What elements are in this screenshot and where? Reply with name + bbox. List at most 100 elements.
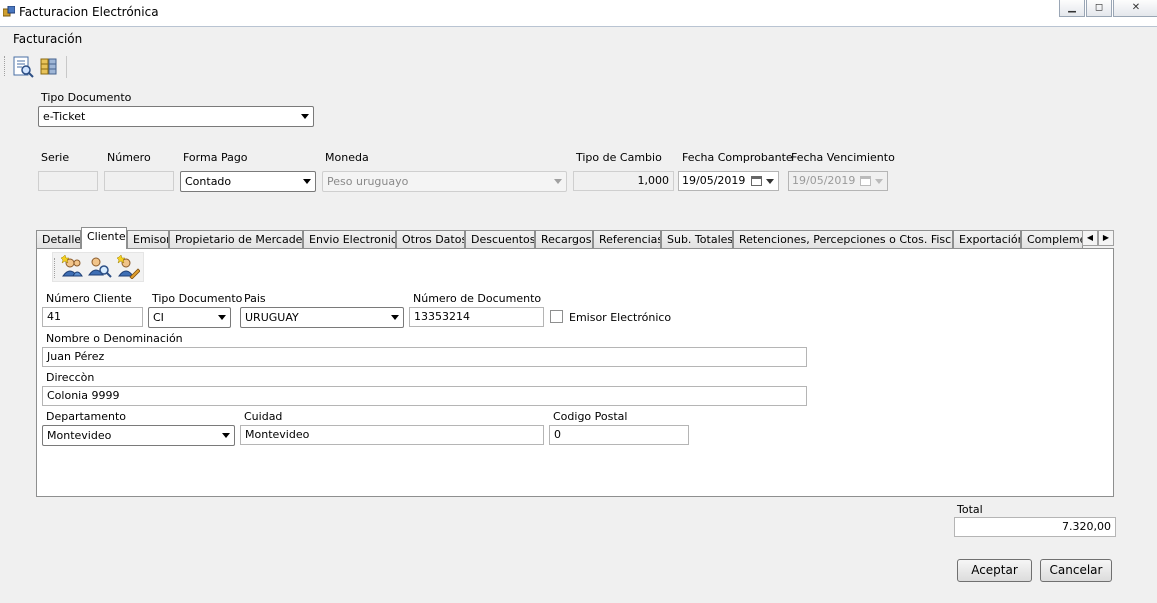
tab-cliente[interactable]: Cliente [81, 227, 127, 249]
moneda-select[interactable]: Peso uruguayo [322, 171, 567, 192]
tab-retenciones[interactable]: Retenciones, Percepciones o Ctos. Fiscal… [733, 230, 953, 248]
total-label: Total [957, 503, 983, 516]
tipo-cambio-field[interactable]: 1,000 [573, 171, 674, 191]
pais-value: URUGUAY [245, 311, 299, 324]
tab-panel-cliente [36, 248, 1114, 497]
minimize-icon: ▁ [1068, 2, 1076, 13]
document-preview-icon [13, 56, 34, 78]
tipo-documento-label: Tipo Documento [41, 91, 132, 104]
toolbar-separator [66, 56, 67, 78]
search-client-icon [88, 257, 112, 278]
numero-documento-label: Número de Documento [413, 292, 542, 305]
chevron-down-icon [391, 315, 399, 320]
tipo-cambio-label: Tipo de Cambio [576, 151, 662, 164]
database-icon [40, 58, 57, 75]
search-client-button[interactable] [88, 255, 112, 279]
chevron-down-icon [218, 315, 226, 320]
departamento-select[interactable]: Montevideo [42, 425, 235, 446]
fecha-vencimiento-picker[interactable]: 19/05/2019 [788, 171, 888, 191]
tab-envio-electronico[interactable]: Envio Electronico [303, 230, 396, 248]
serie-field[interactable] [38, 171, 98, 191]
cliente-tipo-documento-select[interactable]: CI [148, 307, 231, 328]
cliente-tipo-documento-value: CI [153, 311, 164, 324]
direccion-label: Direccòn [46, 371, 95, 384]
edit-client-button[interactable] [116, 254, 141, 280]
tipo-documento-select[interactable]: e-Ticket [38, 106, 314, 127]
nombre-field[interactable]: Juan Pérez [42, 347, 807, 367]
emisor-electronico-label: Emisor Electrónico [569, 311, 672, 324]
numero-cliente-field[interactable]: 41 [42, 307, 143, 327]
toolbar-preview-button[interactable] [12, 56, 34, 78]
title-bar [0, 0, 1157, 27]
fecha-comprobante-picker[interactable]: 19/05/2019 [678, 171, 779, 191]
cliente-tipo-documento-label: Tipo Documento [152, 292, 243, 305]
chevron-down-icon [554, 179, 562, 184]
aceptar-button[interactable]: Aceptar [957, 559, 1032, 582]
numero-label: Número [107, 151, 151, 164]
calendar-icon [860, 176, 871, 186]
departamento-value: Montevideo [47, 429, 112, 442]
forma-pago-value: Contado [185, 175, 232, 188]
numero-field[interactable] [104, 171, 174, 191]
moneda-label: Moneda [325, 151, 369, 164]
departamento-label: Departamento [46, 410, 127, 423]
cliente-toolbar-grip [54, 258, 56, 278]
scroll-right-button[interactable]: ▶ [1098, 230, 1114, 246]
numero-documento-field[interactable]: 13353214 [409, 307, 544, 327]
chevron-down-icon [303, 179, 311, 184]
tab-propietario-mercaderia[interactable]: Propietario de Mercaderia [169, 230, 303, 248]
codigo-postal-field[interactable]: 0 [549, 425, 689, 445]
toolbar-database-button[interactable] [38, 56, 60, 78]
toolbar-grip [4, 56, 7, 76]
fecha-vencimiento-value: 19/05/2019 [792, 174, 856, 187]
numero-cliente-label: Número Cliente [46, 292, 132, 305]
chevron-down-icon [222, 433, 230, 438]
calendar-icon[interactable] [751, 176, 762, 186]
tab-recargos[interactable]: Recargos [535, 230, 593, 248]
fecha-comprobante-value: 19/05/2019 [682, 174, 746, 187]
tab-descuentos[interactable]: Descuentos [465, 230, 535, 248]
chevron-right-icon: ▶ [1102, 233, 1110, 242]
scroll-left-button[interactable]: ◀ [1082, 230, 1098, 246]
close-icon: ✕ [1131, 2, 1141, 13]
fecha-comprobante-label: Fecha Comprobante [682, 151, 793, 164]
forma-pago-select[interactable]: Contado [180, 171, 316, 192]
codigo-postal-label: Codigo Postal [553, 410, 628, 423]
tab-otros-datos[interactable]: Otros Datos [396, 230, 465, 248]
serie-label: Serie [41, 151, 70, 164]
window-title: Facturacion Electrónica [19, 5, 159, 19]
add-client-icon [60, 254, 83, 277]
ciudad-label: Cuidad [244, 410, 283, 423]
edit-client-icon [116, 254, 141, 280]
tab-emisor[interactable]: Emisor [127, 230, 169, 248]
add-client-button[interactable] [60, 254, 84, 279]
restore-icon: ◻ [1094, 2, 1104, 13]
tab-complementos[interactable]: Complementos [1021, 230, 1083, 248]
nombre-label: Nombre o Denominación [46, 332, 183, 345]
chevron-down-icon [875, 179, 883, 184]
total-field: 7.320,00 [954, 517, 1116, 537]
minimize-button[interactable]: ▁ [1059, 0, 1085, 17]
tab-strip: Detalle Cliente Emisor Propietario de Me… [36, 227, 1086, 249]
maximize-button[interactable]: ◻ [1086, 0, 1112, 17]
tab-exportacion[interactable]: Exportación [953, 230, 1021, 248]
tab-sub-totales[interactable]: Sub. Totales [661, 230, 733, 248]
fecha-vencimiento-label: Fecha Vencimiento [791, 151, 895, 164]
cancelar-button[interactable]: Cancelar [1040, 559, 1112, 582]
chevron-left-icon: ◀ [1086, 233, 1094, 242]
pais-select[interactable]: URUGUAY [240, 307, 404, 328]
moneda-value: Peso uruguayo [327, 175, 409, 188]
pais-label: Pais [244, 292, 266, 305]
chevron-down-icon [301, 114, 309, 119]
forma-pago-label: Forma Pago [183, 151, 248, 164]
menu-facturacion[interactable]: Facturación [13, 32, 82, 46]
emisor-electronico-checkbox[interactable] [550, 310, 563, 323]
direccion-field[interactable]: Colonia 9999 [42, 386, 807, 406]
chevron-down-icon [766, 179, 774, 184]
close-button[interactable]: ✕ [1113, 0, 1157, 17]
ciudad-field[interactable]: Montevideo [240, 425, 544, 445]
app-icon [3, 6, 15, 17]
tab-detalle[interactable]: Detalle [36, 230, 81, 248]
tab-referencias[interactable]: Referencias [593, 230, 661, 248]
tipo-documento-value: e-Ticket [43, 110, 86, 123]
